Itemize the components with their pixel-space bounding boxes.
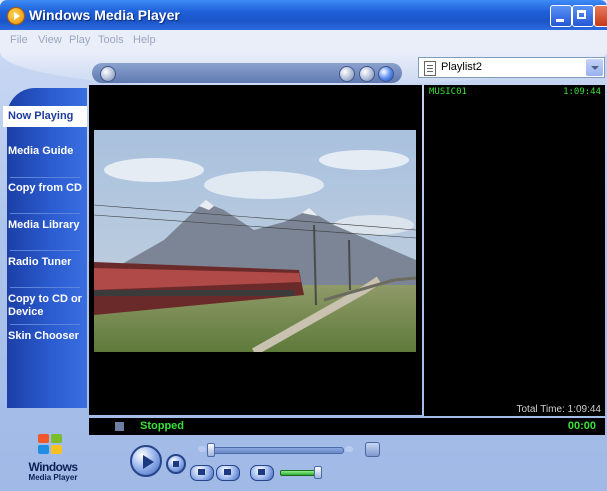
playlist-pane [424,85,605,416]
features-taskbar [7,88,87,408]
seek-bar-end-cap [345,446,353,452]
video-scene-image [94,130,416,352]
maximize-button[interactable] [572,5,594,27]
taskbar-item-now-playing[interactable]: Now Playing [3,106,87,127]
menu-view[interactable]: View [38,34,62,46]
taskbar-item-media-library[interactable]: Media Library [8,219,82,232]
play-button[interactable] [130,445,162,477]
seek-thumb[interactable] [207,443,215,457]
equalizer-button[interactable] [359,66,375,82]
previous-button[interactable] [190,465,214,481]
visualization-options-button[interactable] [100,66,116,82]
taskbar-divider [10,250,80,251]
taskbar-item-copy-to-cd[interactable]: Copy to CD or Device [8,293,82,319]
taskbar-item-skin-chooser[interactable]: Skin Chooser [8,330,82,343]
taskbar-item-copy-from-cd[interactable]: Copy from CD [8,182,82,195]
menu-tools[interactable]: Tools [98,34,124,46]
seek-bar[interactable] [212,447,344,454]
taskbar-divider [10,324,80,325]
playlist-item-duration: 1:09:44 [563,87,601,97]
taskbar-item-media-guide[interactable]: Media Guide [8,145,82,158]
menu-play[interactable]: Play [69,34,90,46]
menu-bar: File View Play Tools Help [0,30,607,52]
taskbar-divider [10,287,80,288]
taskbar-item-radio-tuner[interactable]: Radio Tuner [8,256,82,269]
close-button[interactable] [594,5,607,27]
playback-status: Stopped [140,420,184,432]
chevron-down-icon[interactable] [586,59,603,76]
playlist-item-title: MUSIC01 [429,87,467,97]
menu-file[interactable]: File [10,34,28,46]
elapsed-time: 00:00 [567,420,596,432]
seek-bar-start-cap [198,446,206,452]
switch-to-compact-mode-button[interactable] [365,442,380,457]
minimize-button[interactable] [550,5,572,27]
playlist-toggle-button[interactable] [378,66,394,82]
status-indicator-icon [115,422,124,431]
playlist-dropdown[interactable]: Playlist2 [418,57,605,78]
windows-flag-icon [38,434,64,456]
window-title: Windows Media Player [29,7,180,23]
mute-button[interactable] [250,465,274,481]
playlist-total-time: Total Time: 1:09:44 [516,404,602,415]
shuffle-button[interactable] [339,66,355,82]
taskbar-divider [10,177,80,178]
media-player-icon [7,7,25,25]
playlist-icon [424,61,436,76]
logo-subtitle: Media Player [28,473,78,482]
playlist-item[interactable]: MUSIC01 1:09:44 [426,87,603,100]
volume-thumb[interactable] [314,466,322,479]
menu-help[interactable]: Help [133,34,156,46]
stop-button[interactable] [166,454,186,474]
video-frame [94,130,416,352]
next-button[interactable] [216,465,240,481]
media-player-window: Windows Media Player File View Play Tool… [0,0,607,491]
logo-wordmark: Windows [28,460,78,474]
video-view-bar [92,63,402,83]
title-bar[interactable]: Windows Media Player [0,0,607,30]
playlist-name: Playlist2 [441,61,482,73]
taskbar-divider [10,213,80,214]
